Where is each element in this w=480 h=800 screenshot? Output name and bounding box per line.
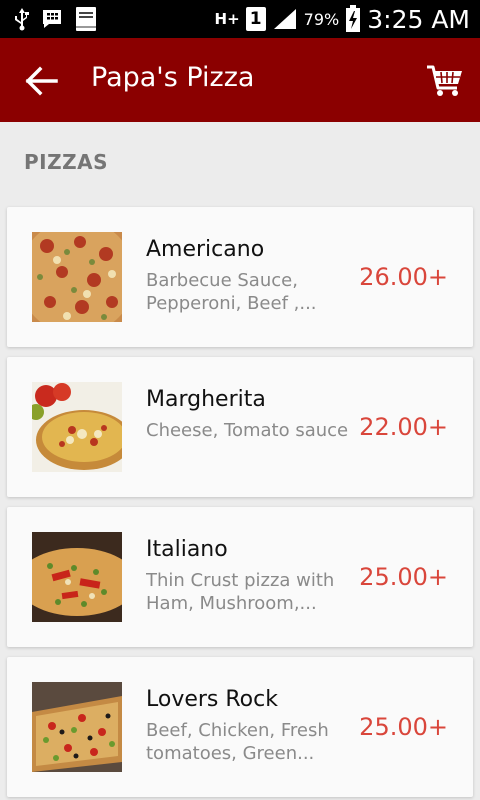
item-price: 25.00+ bbox=[359, 563, 448, 591]
bbm-icon bbox=[40, 7, 64, 31]
item-name: Americano bbox=[146, 237, 265, 262]
section-title: PIZZAS bbox=[24, 150, 108, 174]
network-hplus-icon: H+ bbox=[214, 10, 240, 28]
sim-icon: 1 bbox=[245, 7, 266, 31]
usb-icon bbox=[14, 7, 30, 31]
list-item[interactable]: Americano Barbecue Sauce, Pepperoni, Bee… bbox=[7, 207, 473, 347]
item-description: Barbecue Sauce, Pepperoni, Beef ,... bbox=[146, 270, 317, 314]
item-price: 26.00+ bbox=[359, 263, 448, 291]
back-button[interactable] bbox=[16, 56, 66, 106]
list-item[interactable]: Italiano Thin Crust pizza with Ham, Mush… bbox=[7, 507, 473, 647]
shopping-cart-icon bbox=[426, 64, 464, 98]
item-name: Margherita bbox=[146, 387, 266, 412]
status-bar: H+ 1 79% 3:25 AM bbox=[0, 0, 480, 38]
cart-button[interactable] bbox=[422, 58, 468, 104]
status-system: H+ 1 79% 3:25 AM bbox=[215, 2, 470, 36]
item-description: Thin Crust pizza with Ham, Mushroom,... bbox=[146, 570, 335, 614]
item-name: Italiano bbox=[146, 537, 228, 562]
item-name: Lovers Rock bbox=[146, 687, 278, 712]
status-notifications bbox=[14, 6, 98, 32]
pizza-list: Americano Barbecue Sauce, Pepperoni, Bee… bbox=[7, 207, 473, 800]
pizza-image bbox=[32, 682, 122, 772]
page-title: Papa's Pizza bbox=[91, 62, 255, 93]
battery-charging-icon bbox=[345, 5, 361, 33]
item-price: 22.00+ bbox=[359, 413, 448, 441]
pizza-image bbox=[32, 382, 122, 472]
item-description: Beef, Chicken, Fresh tomatoes, Green... bbox=[146, 720, 329, 764]
pizza-image bbox=[32, 232, 122, 322]
item-price: 25.00+ bbox=[359, 713, 448, 741]
item-description: Cheese, Tomato sauce bbox=[146, 420, 349, 441]
bible-app-icon bbox=[74, 6, 98, 32]
pizza-image bbox=[32, 532, 122, 622]
app-bar: Papa's Pizza bbox=[0, 38, 480, 122]
signal-icon bbox=[272, 7, 298, 31]
battery-percent: 79% bbox=[303, 9, 340, 29]
list-item[interactable]: Lovers Rock Beef, Chicken, Fresh tomatoe… bbox=[7, 657, 473, 797]
sim-label: 1 bbox=[249, 9, 262, 29]
clock: 3:25 AM bbox=[367, 4, 470, 34]
list-item[interactable]: Margherita Cheese, Tomato sauce 22.00+ bbox=[7, 357, 473, 497]
arrow-left-icon bbox=[23, 65, 59, 97]
